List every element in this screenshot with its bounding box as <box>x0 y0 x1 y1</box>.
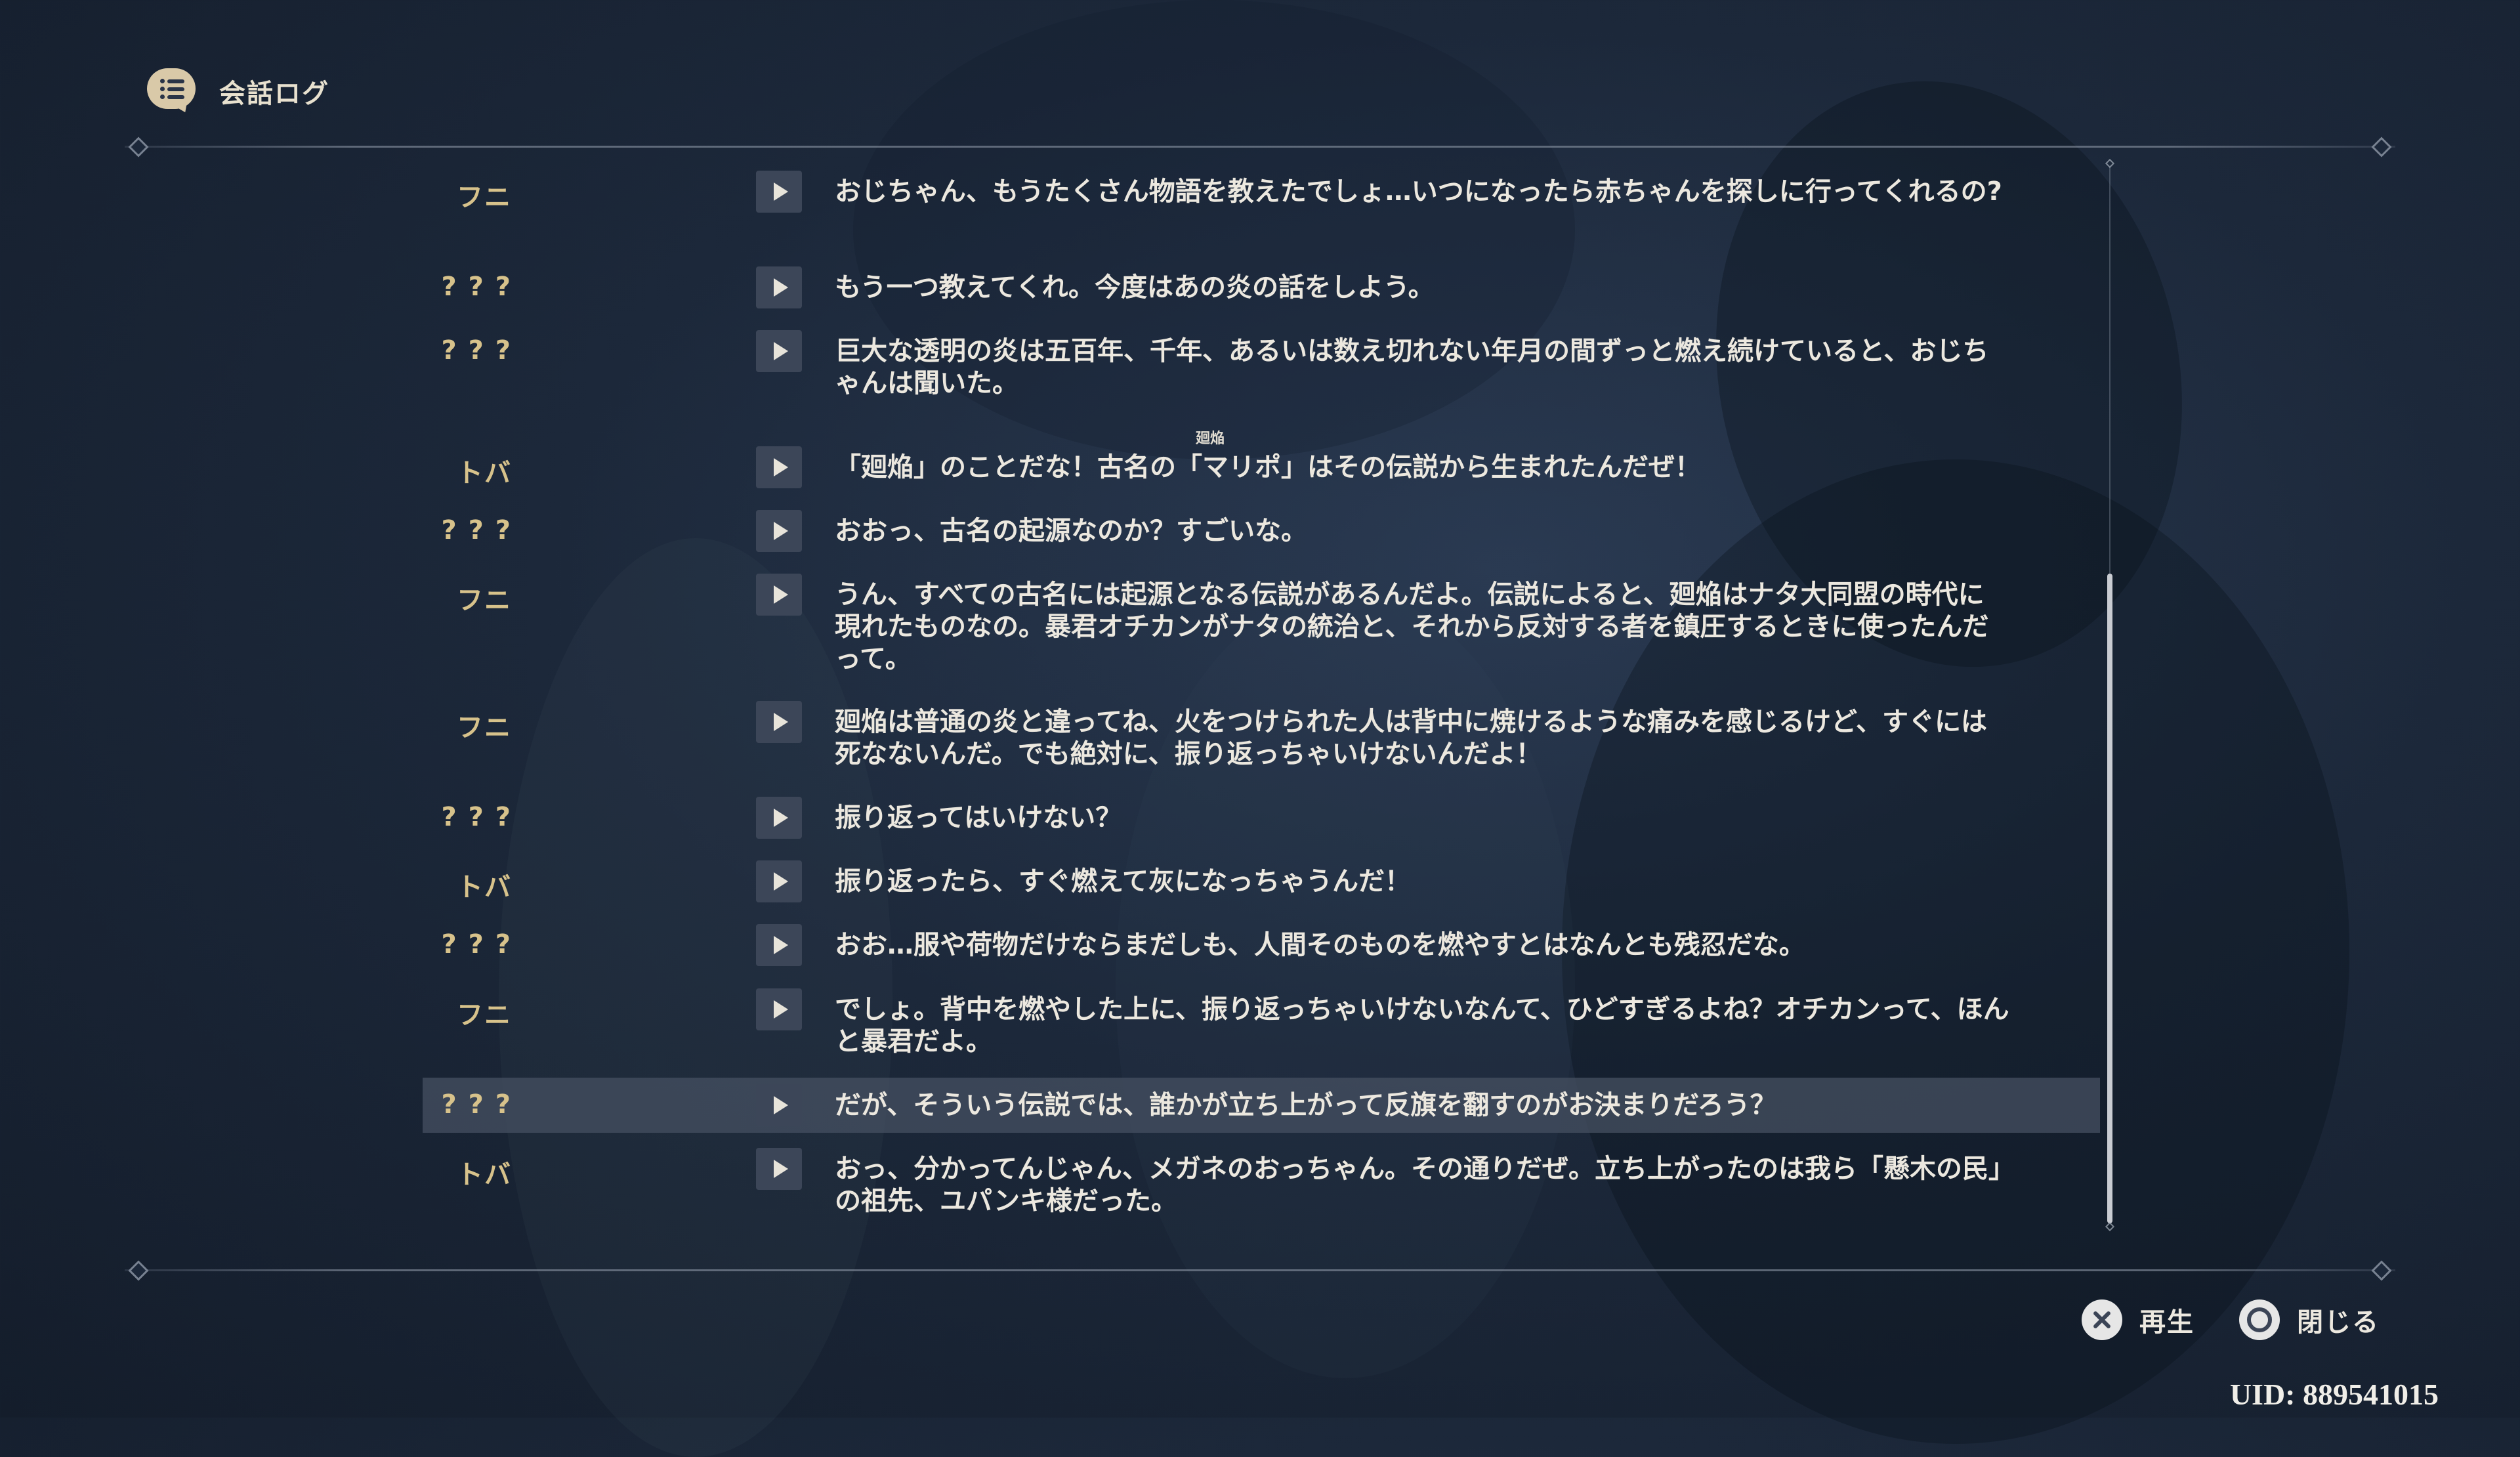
dialogue-text: おっ、分かってんじゃん、メガネのおっちゃん。その通りだぜ。立ち上がったのは我ら「… <box>835 1154 2002 1216</box>
dialogue-text: もう一つ教えてくれ。今度はあの炎の話をしよう。 <box>835 272 1435 303</box>
speaker-name: フニ <box>457 713 512 743</box>
play-voice-button[interactable] <box>756 797 802 839</box>
dialogue-text: うん、すべての古名には起源となる伝説があるんだよ。伝説によると、廻焔はナタ大同盟… <box>835 580 1989 674</box>
dialogue-text: おお…服や荷物だけならまだしも、人間そのものを燃やすとはなんとも残忍だな。 <box>835 930 1805 960</box>
circle-button-icon[interactable] <box>2239 1299 2280 1340</box>
play-icon <box>774 809 788 827</box>
play-voice-button[interactable] <box>756 988 802 1030</box>
dialogue-entry[interactable]: ? ? ? 巨大な透明の炎は五百年、千年、あるいは数え切れない年月の間ずっと燃え… <box>423 330 2100 398</box>
speaker-name: ? ? ? <box>441 515 512 545</box>
play-voice-button[interactable] <box>756 1084 802 1126</box>
log-scrollbar[interactable] <box>2105 158 2115 1232</box>
play-icon <box>774 342 788 360</box>
dialogue-entry[interactable]: フニ 廻焔は普通の炎と違ってね、火をつけられた人は背中に焼けるような痛みを感じる… <box>423 701 2100 769</box>
play-voice-button[interactable] <box>756 574 802 616</box>
speaker-name: ? ? ? <box>441 929 512 960</box>
dialogue-log-list[interactable]: フニ おじちゃん、もうたくさん物語を教えたでしょ…いつになったら赤ちゃんを探しに… <box>423 171 2100 1227</box>
dialogue-entry[interactable]: トバ おっ、分かってんじゃん、メガネのおっちゃん。その通りだぜ。立ち上がったのは… <box>423 1148 2100 1216</box>
dialogue-text: でしょ。背中を燃やした上に、振り返っちゃいけないなんて、ひどすぎるよね？オチカン… <box>835 994 2009 1057</box>
play-voice-button[interactable] <box>756 860 802 902</box>
play-voice-button[interactable] <box>756 924 802 966</box>
dialogue-log-header: 会話ログ <box>147 68 329 116</box>
play-icon <box>774 522 788 540</box>
dialogue-text: 「廻焔」のことだな！古名の「マリポ」はその伝説から生まれたんだぜ！ <box>835 452 1701 482</box>
play-icon <box>774 182 788 201</box>
play-icon <box>774 713 788 731</box>
cross-button-icon[interactable] <box>2082 1299 2122 1340</box>
dialogue-entry[interactable]: フニ うん、すべての古名には起源となる伝説があるんだよ。伝説によると、廻焔はナタ… <box>423 574 2100 674</box>
speaker-name: フニ <box>457 585 512 616</box>
speaker-name: トバ <box>457 1160 512 1190</box>
dialogue-entry[interactable]: フニ おじちゃん、もうたくさん物語を教えたでしょ…いつになったら赤ちゃんを探しに… <box>423 171 2100 236</box>
play-icon <box>774 1160 788 1178</box>
uid-label: UID: 889541015 <box>2229 1378 2439 1411</box>
dialogue-entry[interactable]: フニ でしょ。背中を燃やした上に、振り返っちゃいけないなんて、ひどすぎるよね？オ… <box>423 988 2100 1057</box>
play-voice-button[interactable] <box>756 330 802 372</box>
close-control-label: 閉じる <box>2297 1307 2380 1338</box>
play-icon <box>774 872 788 891</box>
ruby-annotation: 廻焔 <box>1196 431 1225 447</box>
play-icon <box>774 585 788 604</box>
speaker-name: トバ <box>457 872 512 902</box>
dialogue-entry-selected[interactable]: ? ? ? だが、そういう伝説では、誰かが立ち上がって反旗を翻すのがお決まりだろ… <box>423 1078 2100 1133</box>
page-title: 会話ログ <box>219 79 329 109</box>
dialogue-text: だが、そういう伝説では、誰かが立ち上がって反旗を翻すのがお決まりだろう？ <box>835 1090 1776 1120</box>
speaker-name: フニ <box>457 1000 512 1030</box>
play-control-label: 再生 <box>2139 1307 2194 1338</box>
dialogue-entry[interactable]: ? ? ? 振り返ってはいけない？ <box>423 797 2100 839</box>
play-icon <box>774 1000 788 1019</box>
play-control[interactable]: 再生 <box>2082 1299 2194 1340</box>
dialogue-text: おおっ、古名の起源なのか？すごいな。 <box>835 516 1307 546</box>
dialogue-entry[interactable]: ? ? ? もう一つ教えてくれ。今度はあの炎の話をしよう。 <box>423 266 2100 308</box>
dialogue-entry[interactable]: ? ? ? おお…服や荷物だけならまだしも、人間そのものを燃やすとはなんとも残忍… <box>423 924 2100 966</box>
close-control[interactable]: 閉じる <box>2239 1299 2380 1340</box>
speaker-name: ? ? ? <box>441 1089 512 1120</box>
scrollbar-bottom-cap <box>2105 1221 2115 1232</box>
play-voice-button[interactable] <box>756 446 802 488</box>
dialogue-text: 振り返ったら、すぐ燃えて灰になっちゃうんだ！ <box>835 866 1411 897</box>
dialogue-entry[interactable]: ? ? ? おおっ、古名の起源なのか？すごいな。 <box>423 510 2100 552</box>
top-divider <box>125 137 2395 158</box>
dialogue-text: 巨大な透明の炎は五百年、千年、あるいは数え切れない年月の間ずっと燃え続けていると… <box>835 336 1989 398</box>
play-voice-button[interactable] <box>756 171 802 213</box>
dialogue-text: おじちゃん、もうたくさん物語を教えたでしょ…いつになったら赤ちゃんを探しに行って… <box>835 177 2002 207</box>
play-voice-button[interactable] <box>756 1148 802 1190</box>
chat-log-icon <box>147 68 198 116</box>
play-icon <box>774 278 788 297</box>
play-voice-button[interactable] <box>756 701 802 743</box>
play-voice-button[interactable] <box>756 266 802 308</box>
speaker-name: ? ? ? <box>441 802 512 832</box>
play-icon <box>774 458 788 476</box>
dialogue-entry[interactable]: トバ 振り返ったら、すぐ燃えて灰になっちゃうんだ！ <box>423 860 2100 902</box>
dialogue-entry[interactable]: 廻焔 トバ 「廻焔」のことだな！古名の「マリポ」はその伝説から生まれたんだぜ！ <box>423 431 2100 488</box>
play-icon <box>774 936 788 954</box>
bottom-divider <box>125 1260 2395 1281</box>
play-icon <box>774 1096 788 1114</box>
play-voice-button[interactable] <box>756 510 802 552</box>
dialogue-text: 振り返ってはいけない？ <box>835 803 1122 833</box>
speaker-name: ? ? ? <box>441 335 512 366</box>
speaker-name: フニ <box>457 182 512 213</box>
speaker-name: ? ? ? <box>441 272 512 302</box>
dialogue-text: 廻焔は普通の炎と違ってね、火をつけられた人は背中に焼けるような痛みを感じるけど、… <box>835 707 1987 769</box>
scrollbar-thumb[interactable] <box>2107 574 2112 1223</box>
speaker-name: トバ <box>457 458 512 488</box>
